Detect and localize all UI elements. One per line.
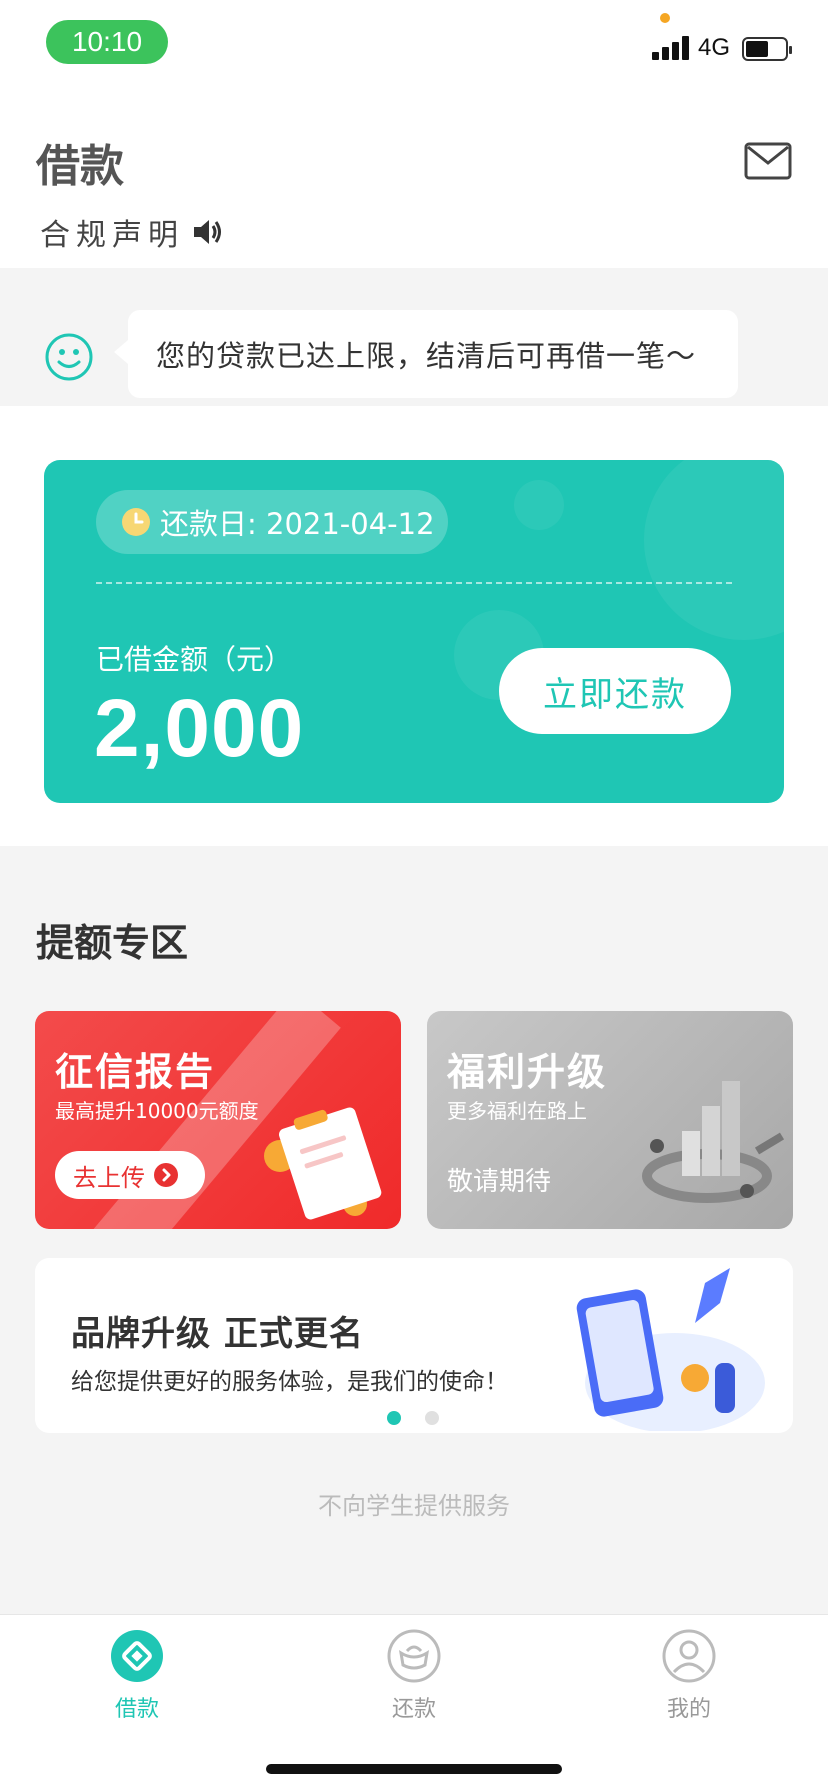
brand-banner[interactable]: 品牌升级 正式更名 给您提供更好的服务体验，是我们的使命！ — [35, 1258, 793, 1433]
credit-report-card[interactable]: 征信报告 最高提升10000元额度 去上传 — [35, 1011, 401, 1229]
home-indicator[interactable] — [266, 1764, 562, 1774]
divider — [96, 582, 732, 584]
compliance-label: 合规声明 — [40, 218, 184, 253]
borrowed-amount-label: 已借金额（元） — [96, 643, 293, 676]
carousel-dot-active[interactable] — [387, 1411, 401, 1425]
tab-label: 还款 — [391, 1697, 436, 1722]
tab-repay[interactable]: 还款 — [354, 1629, 474, 1723]
borrowed-amount: 2,000 — [94, 683, 305, 774]
borrow-icon — [111, 1630, 163, 1682]
brand-banner-subtitle: 给您提供更好的服务体验，是我们的使命！ — [71, 1369, 508, 1395]
credit-boost-zone: 提额专区 征信报告 最高提升10000元额度 去上传 福利升级 更多福利在路上 … — [0, 846, 828, 1614]
notice-message: 您的贷款已达上限，结清后可再借一笔～ — [114, 310, 738, 398]
notice-bar: 您的贷款已达上限，结清后可再借一笔～ — [0, 268, 828, 406]
upload-button-label: 去上传 — [73, 1163, 145, 1192]
loan-card: 还款日: 2021-04-12 已借金额（元） 2,000 立即还款 — [44, 460, 784, 803]
repay-icon — [387, 1629, 441, 1683]
repay-now-button[interactable]: 立即还款 — [499, 648, 731, 734]
smile-icon — [45, 333, 93, 381]
mail-icon[interactable] — [744, 142, 792, 180]
network-type: 4G — [698, 34, 731, 61]
benefits-title: 福利升级 — [447, 1050, 608, 1094]
profile-icon — [662, 1629, 716, 1683]
benefits-subtitle: 更多福利在路上 — [447, 1099, 587, 1123]
credit-report-subtitle: 最高提升10000元额度 — [55, 1099, 259, 1123]
due-date-label: 还款日: 2021-04-12 — [160, 507, 435, 541]
carousel-dot[interactable] — [425, 1411, 439, 1425]
status-bar: 10:10 4G — [0, 0, 828, 90]
tab-label: 我的 — [666, 1697, 711, 1722]
benefits-note: 敬请期待 — [447, 1167, 552, 1197]
recording-indicator-icon — [660, 13, 670, 23]
page-header: 借款 合规声明 — [0, 90, 828, 268]
status-time: 10:10 — [46, 20, 168, 64]
credit-report-title: 征信报告 — [55, 1050, 216, 1094]
brand-banner-title: 品牌升级 正式更名 — [71, 1314, 364, 1354]
upload-button[interactable]: 去上传 — [55, 1151, 205, 1199]
benefits-card[interactable]: 福利升级 更多福利在路上 敬请期待 — [427, 1011, 793, 1229]
clock-icon — [122, 508, 150, 536]
page-title: 借款 — [36, 141, 124, 192]
tab-mine[interactable]: 我的 — [629, 1629, 749, 1723]
tab-label: 借款 — [114, 1697, 159, 1722]
footer-note: 不向学生提供服务 — [318, 1492, 510, 1520]
signal-icon — [652, 36, 692, 60]
document-illustration-icon — [264, 1107, 382, 1220]
compliance-link[interactable]: 合规声明 — [40, 210, 224, 254]
arrow-right-circle-icon — [154, 1163, 178, 1187]
rocket-phone-illustration-icon — [576, 1268, 765, 1431]
due-date-badge: 还款日: 2021-04-12 — [96, 490, 448, 554]
speaker-icon — [194, 220, 221, 244]
battery-icon — [742, 37, 792, 61]
tab-borrow[interactable]: 借款 — [77, 1629, 197, 1723]
growth-chart-illustration-icon — [642, 1081, 785, 1203]
section-title: 提额专区 — [36, 921, 189, 965]
